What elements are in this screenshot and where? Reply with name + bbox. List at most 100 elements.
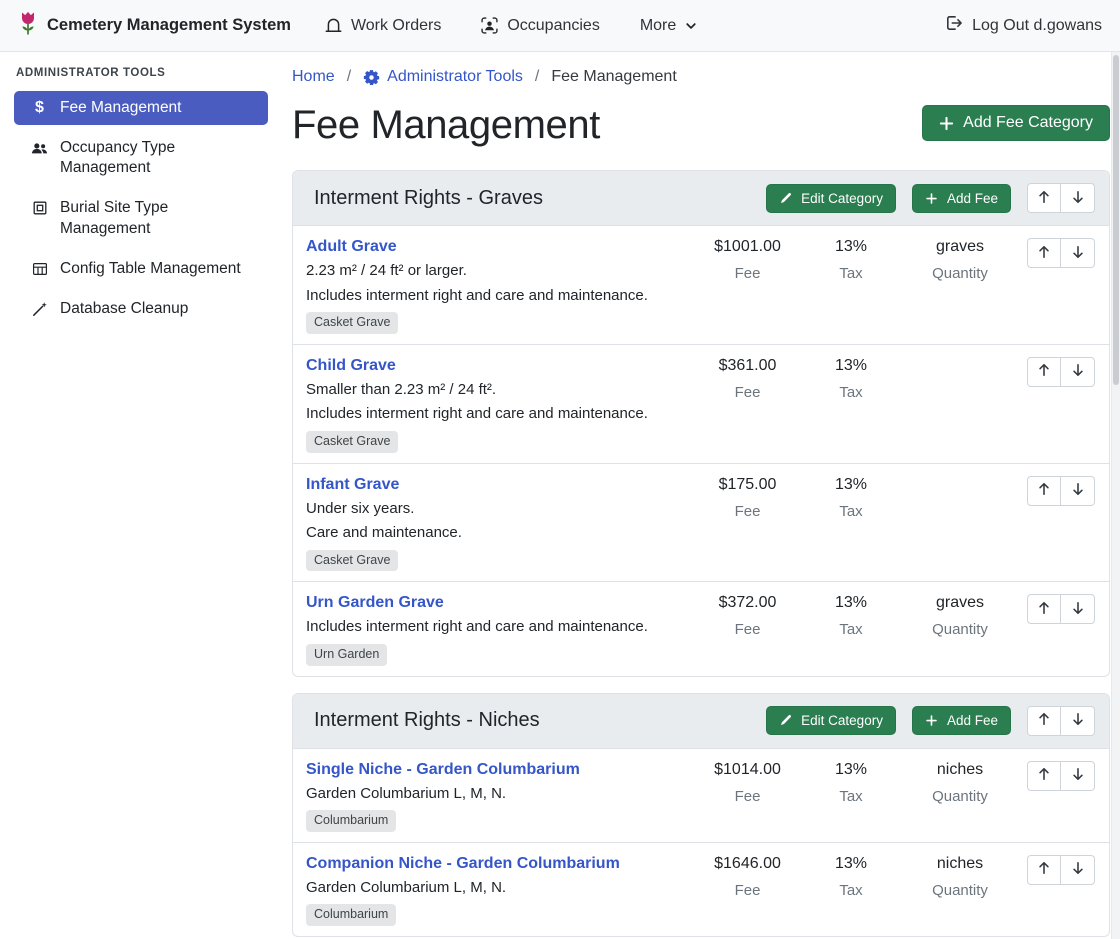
tax-value: 13% xyxy=(805,357,897,375)
move-fee-down-button[interactable] xyxy=(1061,855,1095,885)
quantity-value: graves xyxy=(897,238,1023,256)
move-fee-down-button[interactable] xyxy=(1061,594,1095,624)
move-category-down-button[interactable] xyxy=(1061,183,1095,213)
people-icon xyxy=(30,140,49,157)
breadcrumb-admin-tools[interactable]: Administrator Tools xyxy=(363,68,523,86)
scrollbar[interactable] xyxy=(1111,52,1120,939)
quantity-label: Quantity xyxy=(897,265,1023,282)
wand-icon xyxy=(30,301,49,317)
arrow-down-icon xyxy=(1071,601,1085,618)
add-fee-button[interactable]: Add Fee xyxy=(912,184,1011,213)
fee-amount: $1014.00 xyxy=(690,761,805,779)
quantity-value: graves xyxy=(897,594,1023,612)
move-fee-down-button[interactable] xyxy=(1061,357,1095,387)
fee-description: Garden Columbarium L, M, N. xyxy=(306,784,684,804)
nav-more-dropdown[interactable]: More xyxy=(640,17,697,35)
category-reorder-group xyxy=(1027,183,1095,213)
quantity-label: Quantity xyxy=(897,882,1023,899)
fee-amount-column: $372.00 Fee xyxy=(690,592,805,638)
edit-category-button[interactable]: Edit Category xyxy=(766,184,896,213)
nav-more-label: More xyxy=(640,17,676,35)
fee-name-link[interactable]: Single Niche - Garden Columbarium xyxy=(306,761,580,779)
arrow-up-icon xyxy=(1037,861,1051,878)
fee-amount-column: $1001.00 Fee xyxy=(690,236,805,282)
fee-badge: Casket Grave xyxy=(306,431,398,453)
box-arrow-right-icon xyxy=(945,14,963,37)
fee-reorder-group xyxy=(1027,476,1095,506)
brand-link[interactable]: Cemetery Management System xyxy=(18,10,291,42)
arrow-down-icon xyxy=(1071,712,1085,729)
fee-badge: Columbarium xyxy=(306,810,396,832)
category-header: Interment Rights - Graves Edit Category … xyxy=(293,171,1109,226)
quantity-label: Quantity xyxy=(897,621,1023,638)
logout-link[interactable]: Log Out d.gowans xyxy=(945,14,1102,37)
fee-reorder-group xyxy=(1027,761,1095,791)
tulip-icon xyxy=(18,10,38,42)
category-actions: Edit Category Add Fee xyxy=(766,183,1095,213)
sidebar-item-label: Occupancy Type Management xyxy=(60,138,258,178)
fee-name-link[interactable]: Companion Niche - Garden Columbarium xyxy=(306,855,620,873)
move-fee-down-button[interactable] xyxy=(1061,238,1095,268)
fee-amount-label: Fee xyxy=(690,882,805,899)
pencil-icon xyxy=(779,192,792,205)
move-fee-up-button[interactable] xyxy=(1027,594,1061,624)
arrow-up-icon xyxy=(1037,190,1051,207)
arrow-down-icon xyxy=(1071,861,1085,878)
fee-amount: $175.00 xyxy=(690,476,805,494)
move-category-up-button[interactable] xyxy=(1027,183,1061,213)
fee-name-link[interactable]: Infant Grave xyxy=(306,476,399,494)
add-fee-label: Add Fee xyxy=(947,191,998,206)
nav-occupancies[interactable]: Occupancies xyxy=(481,17,600,35)
sidebar-item-fee-management[interactable]: $ Fee Management xyxy=(14,91,268,125)
sidebar-item-occupancy-type-management[interactable]: Occupancy Type Management xyxy=(14,131,268,185)
tax-label: Tax xyxy=(805,384,897,401)
add-fee-button[interactable]: Add Fee xyxy=(912,706,1011,735)
fee-amount-label: Fee xyxy=(690,265,805,282)
fee-descriptions: Garden Columbarium L, M, N. xyxy=(306,878,684,898)
fee-reorder-group xyxy=(1027,238,1095,268)
sidebar-item-label: Config Table Management xyxy=(60,259,241,279)
sidebar-item-database-cleanup[interactable]: Database Cleanup xyxy=(14,292,268,326)
fee-reorder-group xyxy=(1027,357,1095,387)
edit-category-label: Edit Category xyxy=(801,713,883,728)
fee-badge: Casket Grave xyxy=(306,312,398,334)
fee-description: 2.23 m² / 24 ft² or larger. xyxy=(306,261,684,281)
fee-tax-column: 13% Tax xyxy=(805,759,897,805)
fee-row: Child Grave Smaller than 2.23 m² / 24 ft… xyxy=(293,344,1109,463)
fee-list: Single Niche - Garden Columbarium Garden… xyxy=(293,749,1109,937)
fee-description: Includes interment right and care and ma… xyxy=(306,617,684,637)
fee-quantity-column xyxy=(897,474,1023,485)
fee-tax-column: 13% Tax xyxy=(805,853,897,899)
move-fee-down-button[interactable] xyxy=(1061,761,1095,791)
fee-quantity-column: niches Quantity xyxy=(897,759,1023,805)
sidebar-item-burial-site-type-management[interactable]: Burial Site Type Management xyxy=(14,191,268,245)
fee-name-link[interactable]: Adult Grave xyxy=(306,238,397,256)
logout-label: Log Out d.gowans xyxy=(972,17,1102,35)
move-fee-up-button[interactable] xyxy=(1027,476,1061,506)
add-fee-category-label: Add Fee Category xyxy=(963,114,1093,132)
move-fee-down-button[interactable] xyxy=(1061,476,1095,506)
move-fee-up-button[interactable] xyxy=(1027,855,1061,885)
arrow-down-icon xyxy=(1071,190,1085,207)
move-fee-up-button[interactable] xyxy=(1027,238,1061,268)
fee-row: Infant Grave Under six years.Care and ma… xyxy=(293,463,1109,582)
fee-description: Under six years. xyxy=(306,499,684,519)
move-fee-up-button[interactable] xyxy=(1027,357,1061,387)
breadcrumb-home[interactable]: Home xyxy=(292,68,335,86)
nav-work-orders[interactable]: Work Orders xyxy=(325,17,441,35)
scrollbar-thumb[interactable] xyxy=(1113,55,1119,385)
sidebar-heading: ADMINISTRATOR TOOLS xyxy=(16,67,268,79)
fee-name-link[interactable]: Urn Garden Grave xyxy=(306,594,444,612)
add-fee-category-button[interactable]: Add Fee Category xyxy=(922,105,1110,141)
move-category-up-button[interactable] xyxy=(1027,706,1061,736)
sidebar-item-label: Burial Site Type Management xyxy=(60,198,258,238)
sidebar-item-config-table-management[interactable]: Config Table Management xyxy=(14,252,268,286)
fee-list: Adult Grave 2.23 m² / 24 ft² or larger. I… xyxy=(293,226,1109,676)
plus-icon xyxy=(925,714,938,727)
arrow-up-icon xyxy=(1037,767,1051,784)
move-fee-up-button[interactable] xyxy=(1027,761,1061,791)
fee-name-link[interactable]: Child Grave xyxy=(306,357,396,375)
move-category-down-button[interactable] xyxy=(1061,706,1095,736)
fee-category-card: Interment Rights - Graves Edit Category … xyxy=(292,170,1110,677)
edit-category-button[interactable]: Edit Category xyxy=(766,706,896,735)
